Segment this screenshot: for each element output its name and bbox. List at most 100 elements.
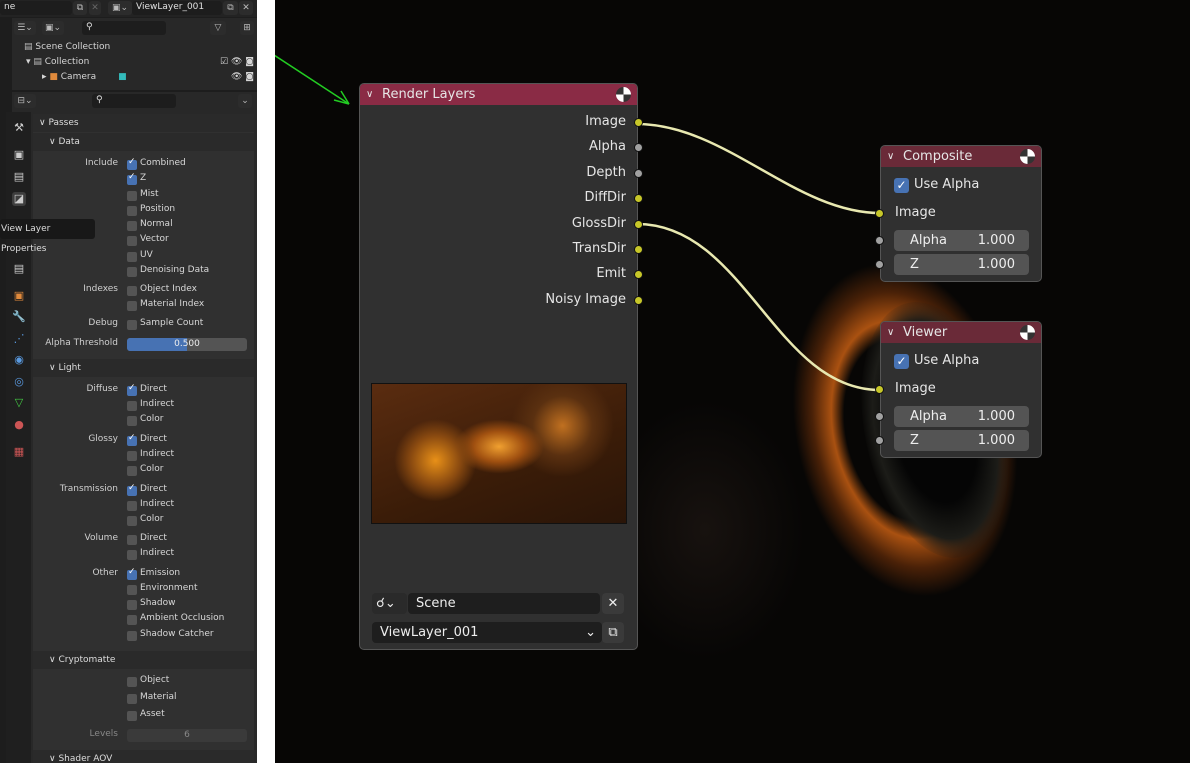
output-icon[interactable]: ▤	[12, 170, 26, 184]
collection-icon: ▤	[24, 42, 36, 52]
checkbox-combined[interactable]	[127, 157, 137, 170]
properties-search-input[interactable]: ⚲	[92, 94, 176, 108]
properties-tabs: ⚒ ▣ ▤ ◪ ▤ ▣ 🔧 ⋰ ◉ ◎ ▽ ● ▦	[6, 112, 31, 763]
light-subsection[interactable]: ∨ Light	[33, 359, 254, 377]
light-subsection-label: Light	[58, 363, 81, 373]
filter-icon[interactable]: ▽	[210, 21, 226, 35]
passes-section[interactable]: ∨ Passes	[33, 114, 254, 132]
checkbox-direct[interactable]	[127, 483, 137, 496]
checkbox-label: Vector	[140, 234, 169, 244]
checkbox-color[interactable]	[127, 516, 137, 526]
checkbox-label: Position	[140, 204, 176, 214]
visibility-icons[interactable]: 👁 ◙	[231, 72, 254, 82]
constraints-icon[interactable]: ◎	[12, 375, 26, 389]
checkbox-z[interactable]	[127, 172, 137, 185]
object-icon[interactable]: ▣	[12, 289, 26, 303]
close-icon[interactable]: ✕	[239, 1, 253, 15]
object-data-icon[interactable]: ▽	[12, 396, 26, 410]
texture-icon[interactable]: ▦	[12, 445, 26, 459]
checkbox-position[interactable]	[127, 206, 137, 216]
checkbox-indirect[interactable]	[127, 401, 137, 411]
checkbox-shadow-catcher[interactable]	[127, 631, 137, 641]
checkbox-color[interactable]	[127, 466, 137, 476]
view-layer-browse-icon[interactable]: ▣⌄	[108, 1, 132, 15]
checkbox-indirect[interactable]	[127, 451, 137, 461]
checkbox-label: Indirect	[140, 548, 175, 558]
visibility-icons[interactable]: ☑ 👁 ◙	[220, 57, 254, 67]
slider-value: 0.500	[174, 339, 200, 349]
cryptomatte-subsection[interactable]: ∨ Cryptomatte	[33, 651, 254, 669]
checkbox-label: UV	[140, 250, 153, 260]
options-chevron-icon[interactable]: ⌄	[238, 94, 252, 108]
physics-icon[interactable]: ◉	[12, 353, 26, 367]
material-icon[interactable]: ●	[12, 418, 26, 432]
checkbox-material[interactable]	[127, 694, 137, 704]
modifier-wrench-icon[interactable]: 🔧	[12, 310, 26, 324]
checkbox-indirect[interactable]	[127, 550, 137, 560]
collection-icon[interactable]: ▤	[12, 262, 26, 276]
checkbox-asset[interactable]	[127, 711, 137, 721]
levels-field[interactable]: 6	[127, 729, 247, 742]
shader-aov-subsection[interactable]: ∨ Shader AOV	[33, 750, 254, 763]
checkbox-label: Environment	[140, 583, 198, 593]
display-mode-icon[interactable]: ☰⌄	[14, 21, 36, 35]
tool-icon[interactable]: ⚒	[12, 121, 26, 135]
new-collection-icon[interactable]: ⊞	[240, 21, 254, 35]
data-subsection[interactable]: ∨ Data	[33, 133, 254, 151]
render-icon[interactable]: ▣	[12, 148, 26, 162]
checkbox-label: Material	[140, 692, 177, 702]
group-label: Other	[92, 568, 118, 578]
checkbox-object[interactable]	[127, 677, 137, 687]
checkbox-direct[interactable]	[127, 383, 137, 396]
checkbox-label: Color	[140, 464, 164, 474]
cryptomatte-subsection-label: Cryptomatte	[58, 655, 116, 665]
checkbox-label: Indirect	[140, 449, 175, 459]
checkbox-denoising-data[interactable]	[127, 267, 137, 277]
compositor-node-editor[interactable]: ∨ Render Layers Image Alpha Depth DiffDir Glo…	[275, 0, 1190, 763]
view-layer-icon[interactable]: ◪	[12, 192, 26, 206]
editor-type-icon[interactable]: ⊟⌄	[14, 94, 36, 108]
checkbox-indirect[interactable]	[127, 501, 137, 511]
collection-icon: ▤	[33, 57, 45, 67]
checkbox-normal[interactable]	[127, 221, 137, 231]
checkbox-object-index[interactable]	[127, 286, 137, 296]
checkbox-uv[interactable]	[127, 252, 137, 262]
passes-section-label: Passes	[48, 118, 79, 128]
view-layer-field[interactable]: ViewLayer_001	[132, 1, 222, 15]
checkbox-direct[interactable]	[127, 535, 137, 545]
annotation-arrow	[275, 54, 350, 105]
outliner-item-collection[interactable]: ▾ ▤ Collection ☑ 👁 ◙	[26, 57, 254, 67]
outliner-item-scene-collection[interactable]: ▤ Scene Collection	[24, 42, 110, 52]
checkbox-material-index[interactable]	[127, 301, 137, 311]
alpha-threshold-slider[interactable]: 0.500	[127, 338, 247, 351]
duplicate-icon[interactable]: ⧉	[223, 1, 238, 15]
duplicate-icon[interactable]: ⧉	[73, 1, 87, 15]
view-layer-icon[interactable]: ▣⌄	[42, 21, 64, 35]
data-subsection-label: Data	[58, 137, 80, 147]
scene-field[interactable]: ne	[0, 1, 72, 15]
checkbox-label: Z	[140, 173, 147, 183]
outliner-search-input[interactable]: ⚲	[82, 21, 166, 35]
checkbox-environment[interactable]	[127, 585, 137, 595]
checkbox-mist[interactable]	[127, 191, 137, 201]
close-icon[interactable]: ✕	[89, 1, 101, 15]
checkbox-vector[interactable]	[127, 236, 137, 246]
search-icon: ⚲	[86, 22, 93, 32]
checkbox-label: Shadow Catcher	[140, 629, 214, 639]
particles-icon[interactable]: ⋰	[12, 332, 26, 346]
outliner-item-camera[interactable]: ▸ ■ Camera ■ 👁 ◙	[42, 72, 254, 82]
checkbox-sample-count[interactable]	[127, 320, 137, 330]
group-label: Transmission	[59, 484, 118, 494]
alpha-threshold-label: Alpha Threshold	[45, 338, 118, 348]
checkbox-label: Direct	[140, 384, 167, 394]
checkbox-label: Indirect	[140, 399, 175, 409]
checkbox-emission[interactable]	[127, 567, 137, 580]
shader-aov-subsection-label: Shader AOV	[58, 754, 113, 763]
checkbox-color[interactable]	[127, 416, 137, 426]
checkbox-label: Object	[140, 675, 170, 685]
checkbox-shadow[interactable]	[127, 600, 137, 610]
checkbox-label: Sample Count	[140, 318, 204, 328]
checkbox-ambient-occlusion[interactable]	[127, 615, 137, 625]
checkbox-direct[interactable]	[127, 433, 137, 446]
checkbox-label: Direct	[140, 484, 167, 494]
